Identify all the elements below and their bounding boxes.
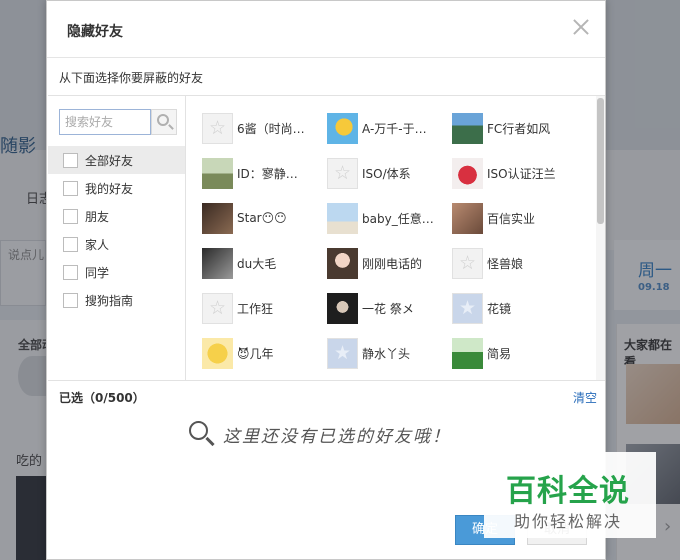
avatar	[327, 292, 358, 324]
friend-name: 静水丫头	[362, 346, 411, 361]
friend-item[interactable]: ISO认证汪兰	[452, 155, 577, 191]
friend-item[interactable]: ID：寥静…	[202, 155, 327, 191]
friend-item[interactable]: ISO/体系	[327, 155, 452, 191]
checkbox[interactable]	[63, 180, 78, 196]
dialog-title: 隐藏好友	[67, 24, 123, 40]
divider	[47, 57, 605, 58]
group-list-panel: 全部好友我的好友朋友家人同学搜狗指南	[48, 96, 186, 380]
default-avatar-star-icon	[202, 112, 233, 144]
friend-name: 刚刚电话的	[362, 256, 423, 271]
default-avatar-star-icon	[327, 157, 358, 189]
friend-name: 花镜	[487, 301, 512, 316]
avatar	[202, 157, 233, 189]
empty-selection: 这里还没有已选的好友哦！	[187, 419, 451, 449]
checkbox[interactable]	[63, 236, 78, 252]
friend-name: 😈几年	[237, 346, 274, 361]
close-icon[interactable]	[571, 17, 591, 37]
avatar	[327, 112, 358, 144]
checkbox[interactable]	[63, 264, 78, 280]
friend-item[interactable]: 一花 祭メ	[327, 290, 452, 326]
group-item[interactable]: 搜狗指南	[48, 286, 185, 314]
friend-name: du大毛	[237, 256, 277, 271]
avatar	[202, 337, 233, 369]
friend-name: A-万千-于…	[362, 121, 427, 136]
group-item[interactable]: 家人	[48, 230, 185, 258]
avatar	[452, 157, 483, 189]
empty-message: 这里还没有已选的好友哦！	[223, 426, 451, 447]
default-avatar-star-icon	[327, 337, 358, 369]
group-label: 朋友	[85, 209, 110, 224]
friend-item[interactable]: 静水丫头	[327, 335, 452, 371]
friend-name: FC行者如风	[487, 121, 551, 136]
magnifier-icon	[187, 419, 217, 449]
friend-picker: 全部好友我的好友朋友家人同学搜狗指南 6酱（时尚… A-万千-于… FC行者如风 ID…	[48, 95, 605, 381]
friend-item[interactable]: baby_任意…	[327, 200, 452, 236]
group-label: 搜狗指南	[85, 293, 134, 308]
friend-item[interactable]: du大毛	[202, 245, 327, 281]
group-item[interactable]: 朋友	[48, 202, 185, 230]
search-button[interactable]	[151, 109, 177, 135]
scrollbar-thumb[interactable]	[597, 98, 604, 224]
avatar	[327, 247, 358, 279]
friend-item[interactable]: 花镜	[452, 290, 577, 326]
friend-item[interactable]: 6酱（时尚…	[202, 110, 327, 146]
avatar	[202, 202, 233, 234]
friend-name: 6酱（时尚…	[237, 121, 305, 136]
avatar	[452, 337, 483, 369]
friend-item[interactable]: A-万千-于…	[327, 110, 452, 146]
avatar	[452, 112, 483, 144]
group-item[interactable]: 全部好友	[48, 146, 185, 174]
group-label: 全部好友	[85, 153, 134, 168]
friend-name: ISO认证汪兰	[487, 166, 556, 181]
friend-item[interactable]: 工作狂	[202, 290, 327, 326]
friend-name: 简易	[487, 346, 512, 361]
default-avatar-star-icon	[202, 292, 233, 324]
watermark-subtitle: 助你轻松解决	[514, 512, 623, 531]
group-list: 全部好友我的好友朋友家人同学搜狗指南	[48, 146, 185, 314]
friend-name: 怪兽娘	[487, 256, 524, 271]
group-label: 家人	[85, 237, 110, 252]
friend-item[interactable]: 百信实业	[452, 200, 577, 236]
friend-item[interactable]: FC行者如风	[452, 110, 577, 146]
friend-name: 百信实业	[487, 211, 536, 226]
friend-item[interactable]: 怪兽娘	[452, 245, 577, 281]
friend-item[interactable]: 刚刚电话的	[327, 245, 452, 281]
friend-name: baby_任意…	[362, 211, 434, 226]
friend-name: ID：寥静…	[237, 166, 298, 181]
group-label: 同学	[85, 265, 110, 280]
checkbox[interactable]	[63, 208, 78, 224]
selected-count: 已选（0/500）	[59, 391, 145, 405]
friend-item[interactable]: 😈几年	[202, 335, 327, 371]
default-avatar-star-icon	[452, 292, 483, 324]
watermark: 百科全说 助你轻松解决	[484, 452, 656, 538]
friend-item[interactable]: 简易	[452, 335, 577, 371]
avatar	[452, 202, 483, 234]
clear-link[interactable]: 清空	[573, 389, 597, 406]
friend-name: Star😶😶	[237, 211, 287, 225]
avatar	[327, 202, 358, 234]
group-item[interactable]: 我的好友	[48, 174, 185, 202]
search-input[interactable]	[59, 109, 151, 135]
friend-item[interactable]: Star😶😶	[202, 200, 327, 236]
friend-name: 工作狂	[237, 301, 274, 316]
friend-name: ISO/体系	[362, 166, 411, 181]
default-avatar-star-icon	[452, 247, 483, 279]
checkbox[interactable]	[63, 152, 78, 168]
search-icon	[157, 114, 169, 126]
checkbox[interactable]	[63, 292, 78, 308]
avatar	[202, 247, 233, 279]
group-label: 我的好友	[85, 181, 134, 196]
dialog-subtitle: 从下面选择你要屏蔽的好友	[59, 71, 204, 85]
watermark-title: 百科全说	[506, 474, 630, 509]
group-item[interactable]: 同学	[48, 258, 185, 286]
friend-name: 一花 祭メ	[362, 301, 414, 316]
scrollbar[interactable]	[596, 96, 605, 380]
